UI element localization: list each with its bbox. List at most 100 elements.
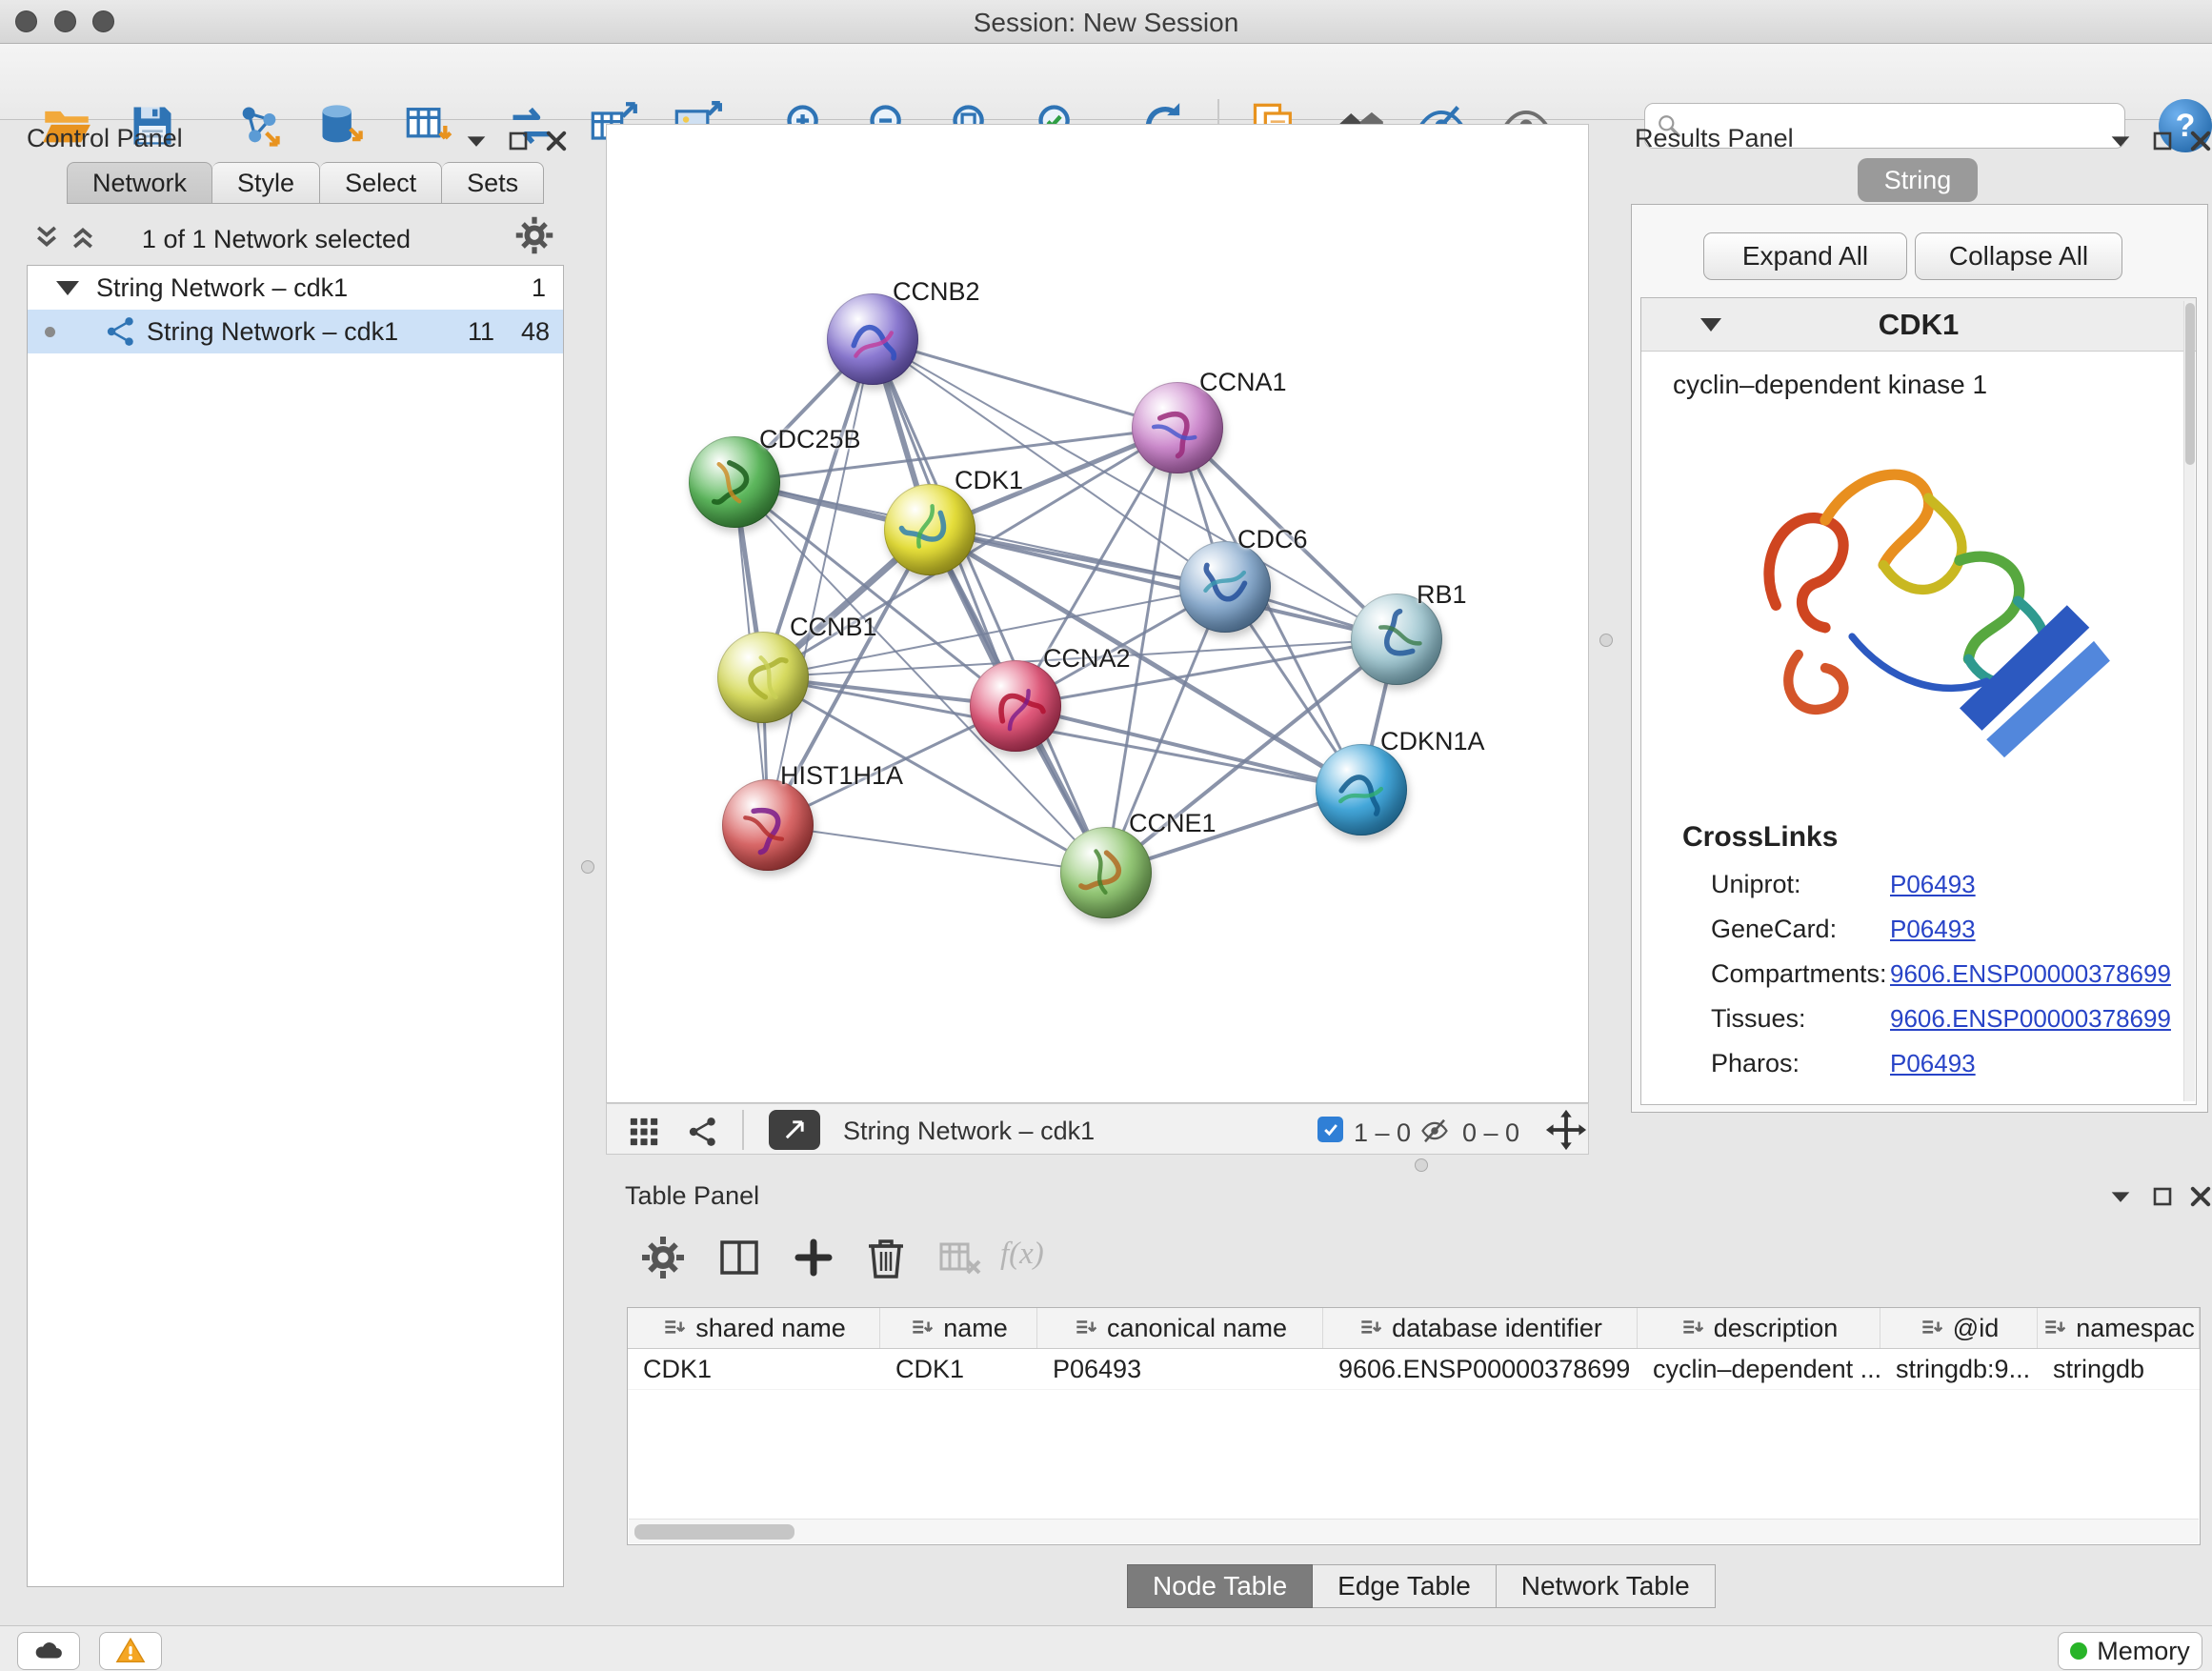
import-database-icon[interactable] [316, 101, 366, 151]
tab-style[interactable]: Style [212, 162, 320, 204]
crosslink-label: Pharos: [1711, 1049, 1890, 1078]
tab-sets[interactable]: Sets [442, 162, 544, 204]
column-header-label: name [943, 1314, 1008, 1343]
table-settings-gear-icon[interactable] [640, 1235, 686, 1280]
tab-edge-table[interactable]: Edge Table [1313, 1564, 1497, 1608]
node-label-CCNB1: CCNB1 [790, 613, 877, 642]
column-header-database-identifier[interactable]: database identifier [1323, 1308, 1638, 1348]
table-body: CDK1CDK1P064939606.ENSP00000378699cyclin… [628, 1349, 2200, 1390]
network-share-icon[interactable] [687, 1116, 719, 1148]
current-network-name: String Network – cdk1 [843, 1117, 1095, 1146]
sort-icon [1357, 1316, 1382, 1340]
tab-select[interactable]: Select [320, 162, 442, 204]
network-view-toolbar: String Network – cdk1 1 – 0 0 – 0 [606, 1103, 1589, 1155]
expand-all-networks-icon[interactable] [69, 223, 97, 252]
add-column-icon[interactable] [791, 1235, 836, 1280]
gene-section-header[interactable]: CDK1 [1641, 298, 2196, 352]
import-network-icon[interactable] [234, 101, 284, 151]
column-header--id[interactable]: @id [1880, 1308, 2038, 1348]
column-header-namespac[interactable]: namespac [2038, 1308, 2200, 1348]
selected-count-checkbox[interactable] [1317, 1117, 1343, 1142]
hidden-counts: 0 – 0 [1462, 1118, 1519, 1148]
crosslink-link[interactable]: 9606.ENSP00000378699 [1890, 959, 2171, 989]
network-node-CCNB1[interactable] [717, 632, 809, 723]
tab-network-table[interactable]: Network Table [1497, 1564, 1716, 1608]
results-panel-maximize-icon[interactable] [2151, 130, 2174, 152]
crosslink-link[interactable]: P06493 [1890, 915, 1976, 944]
control-panel-float-icon[interactable] [463, 128, 490, 154]
detach-view-button[interactable] [769, 1110, 820, 1150]
table-row[interactable]: CDK1CDK1P064939606.ENSP00000378699cyclin… [628, 1349, 2200, 1390]
network-node-CCNB2[interactable] [827, 293, 918, 385]
pan-move-icon[interactable] [1544, 1108, 1588, 1152]
node-label-HIST1H1A: HIST1H1A [780, 761, 903, 791]
collection-expander-icon[interactable] [56, 281, 79, 295]
show-columns-icon[interactable] [716, 1235, 762, 1280]
main-toolbar: ? [0, 44, 2212, 120]
network-node-CCNA2[interactable] [970, 660, 1061, 752]
function-builder-icon: f(x) [1000, 1237, 1044, 1272]
node-table: shared name name canonical name database id… [627, 1307, 2201, 1545]
control-panel-title: Control Panel [27, 124, 183, 153]
table-panel-title: Table Panel [625, 1181, 759, 1211]
cloud-icon[interactable] [17, 1632, 80, 1670]
column-header-label: @id [1953, 1314, 1999, 1343]
network-tree: String Network – cdk1 1 String Network –… [27, 265, 564, 1587]
table-cell: P06493 [1037, 1349, 1323, 1389]
control-panel-close-icon[interactable] [543, 128, 570, 154]
column-header-shared-name[interactable]: shared name [628, 1308, 880, 1348]
results-tab-string[interactable]: String [1858, 158, 1978, 202]
network-node-CCNE1[interactable] [1060, 827, 1152, 918]
network-node-CDK1[interactable] [884, 484, 975, 575]
crosslink-link[interactable]: P06493 [1890, 1049, 1976, 1078]
gene-expander-icon[interactable] [1700, 318, 1721, 332]
results-panel-close-icon[interactable] [2187, 128, 2212, 154]
network-node-HIST1H1A[interactable] [722, 779, 814, 871]
results-scrollbar-thumb[interactable] [2185, 303, 2195, 465]
network-label: String Network – cdk1 [147, 317, 398, 347]
network-node-CDC6[interactable] [1179, 541, 1271, 633]
warning-icon[interactable] [99, 1632, 162, 1670]
network-options-gear-icon[interactable] [514, 215, 554, 255]
table-panel-maximize-icon[interactable] [2151, 1185, 2174, 1208]
memory-button[interactable]: Memory [2058, 1632, 2202, 1670]
birdseye-grid-icon[interactable] [628, 1116, 660, 1148]
sort-icon [661, 1316, 686, 1340]
control-panel-maximize-icon[interactable] [507, 130, 530, 152]
network-row[interactable]: String Network – cdk1 11 48 [28, 310, 563, 353]
column-header-label: database identifier [1392, 1314, 1602, 1343]
window-title: Session: New Session [0, 8, 2212, 38]
column-header-name[interactable]: name [880, 1308, 1037, 1348]
collapse-all-button[interactable]: Collapse All [1915, 232, 2122, 280]
delete-column-trash-icon[interactable] [863, 1235, 909, 1280]
network-canvas[interactable]: CCNB2CCNA1CDC25BCDK1CDC6RB1CCNB1CCNA2CDK… [606, 124, 1589, 1103]
table-cell: CDK1 [880, 1349, 1037, 1389]
results-panel-title: Results Panel [1635, 124, 1794, 153]
table-cell: 9606.ENSP00000378699 [1323, 1349, 1638, 1389]
table-hscrollbar-thumb[interactable] [634, 1524, 794, 1540]
network-collection-row[interactable]: String Network – cdk1 1 [28, 266, 563, 310]
horizontal-splitter-handle[interactable] [1415, 1158, 1428, 1172]
collapse-all-networks-icon[interactable] [32, 223, 61, 252]
results-scrollbar [2183, 301, 2195, 1101]
left-splitter-handle[interactable] [581, 860, 594, 874]
status-bar: Memory [0, 1625, 2212, 1671]
crosslink-link[interactable]: 9606.ENSP00000378699 [1890, 1004, 2171, 1034]
crosslink-label: Uniprot: [1711, 870, 1890, 899]
protein-structure-image [1691, 405, 2139, 815]
results-panel-float-icon[interactable] [2107, 128, 2134, 154]
table-panel-close-icon[interactable] [2187, 1183, 2212, 1210]
crosslink-link[interactable]: P06493 [1890, 870, 1976, 899]
import-table-icon[interactable] [404, 101, 453, 151]
tab-node-table[interactable]: Node Table [1127, 1564, 1313, 1608]
column-header-canonical-name[interactable]: canonical name [1037, 1308, 1323, 1348]
sort-icon [1919, 1316, 1943, 1340]
network-node-CDKN1A[interactable] [1316, 744, 1407, 836]
table-panel-float-icon[interactable] [2107, 1183, 2134, 1210]
tab-network[interactable]: Network [67, 162, 212, 204]
collection-count: 1 [532, 273, 546, 303]
expand-all-button[interactable]: Expand All [1703, 232, 1907, 280]
sort-icon [909, 1316, 934, 1340]
column-header-description[interactable]: description [1638, 1308, 1880, 1348]
right-splitter-handle[interactable] [1599, 634, 1613, 647]
